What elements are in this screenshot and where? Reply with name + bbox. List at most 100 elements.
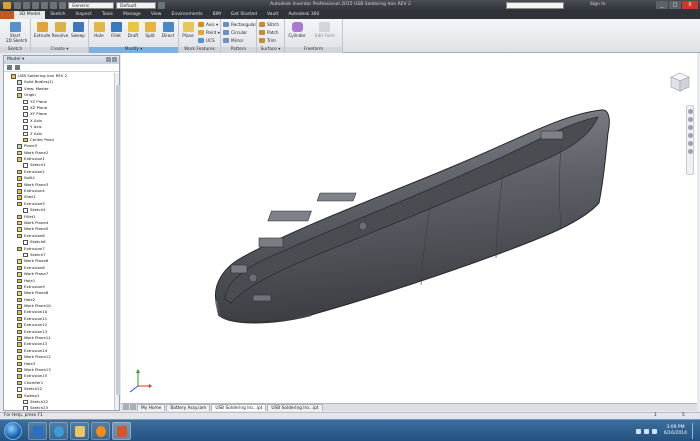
create-group-label[interactable]: Create ▾	[31, 47, 88, 53]
tab-bim[interactable]: BIM	[208, 11, 226, 19]
filter-icon[interactable]	[7, 65, 12, 70]
tab-tools[interactable]: Tools	[97, 11, 118, 19]
browser-scrollbar[interactable]	[114, 73, 120, 410]
tab-autodesk-360[interactable]: Autodesk 360	[283, 11, 324, 19]
inventor-app-icon[interactable]	[3, 2, 11, 9]
clip-2[interactable]	[252, 294, 272, 302]
doc-tab-my-home[interactable]: My Home	[137, 404, 166, 411]
navbar-options-icon[interactable]	[687, 149, 693, 154]
trim-button[interactable]: Trim	[258, 37, 276, 44]
zoom-icon[interactable]	[687, 125, 693, 130]
taskbar-files-button[interactable]	[70, 422, 89, 440]
find-icon[interactable]	[15, 65, 20, 70]
rib-4[interactable]	[258, 237, 284, 248]
material-combo[interactable]: Default	[116, 2, 156, 9]
appearance-combo[interactable]: Generic	[68, 2, 114, 9]
tray-flag-icon[interactable]	[635, 428, 641, 434]
tab-sketch[interactable]: Sketch	[45, 11, 70, 19]
fx-icon[interactable]	[158, 2, 165, 9]
split-button[interactable]: Split	[141, 21, 159, 46]
add-icon[interactable]	[106, 57, 111, 62]
scroll-thumb[interactable]	[115, 85, 120, 395]
tab-view[interactable]: View	[146, 11, 167, 19]
tab-get-started[interactable]: Get Started	[226, 11, 262, 19]
part-model[interactable]	[121, 53, 697, 403]
taskbar-ie-button[interactable]	[49, 422, 68, 440]
start-2d-sketch-button[interactable]: Start 2D Sketch	[6, 21, 27, 46]
direct-button[interactable]: Direct	[159, 21, 177, 46]
sweep-button[interactable]: Sweep	[69, 21, 87, 46]
orbit-icon[interactable]	[687, 133, 693, 138]
redo-icon[interactable]	[50, 2, 57, 9]
rectangular-pattern-button[interactable]: Rectangular	[222, 21, 256, 28]
graphics-viewport[interactable]	[121, 53, 697, 403]
start-button[interactable]	[4, 422, 22, 440]
rib-1[interactable]	[267, 210, 312, 222]
document-tabs: My Home Battery Assy.iam USB Soldering I…	[121, 403, 697, 411]
tab-inspect[interactable]: Inspect	[70, 11, 96, 19]
rib-3[interactable]	[540, 130, 564, 140]
show-desktop-button[interactable]	[692, 423, 698, 439]
clip-1[interactable]	[230, 264, 248, 274]
steering-wheel-icon[interactable]	[687, 109, 693, 114]
new-icon[interactable]	[14, 2, 21, 9]
tab-next-icon[interactable]	[130, 404, 136, 410]
doc-tab-usb-soldering-1[interactable]: USB Soldering Iro...ipt	[211, 404, 267, 411]
sign-in-link[interactable]: Sign In	[590, 2, 605, 7]
stitch-button[interactable]: Stitch	[258, 21, 279, 28]
maximize-button[interactable]: □	[669, 1, 681, 9]
tab-vault[interactable]: Vault	[262, 11, 283, 19]
taskbar-clock[interactable]: 3:09 PM 6/16/2014	[664, 425, 687, 437]
sketch-group: Start 2D Sketch Sketch	[0, 19, 31, 53]
fillet-button[interactable]: Fillet	[107, 21, 125, 46]
look-at-icon[interactable]	[687, 141, 693, 146]
select-icon[interactable]	[59, 2, 66, 9]
tab-prev-icon[interactable]	[123, 404, 129, 410]
revolve-button[interactable]: Revolve	[51, 21, 69, 46]
tray-volume-icon[interactable]	[651, 428, 657, 434]
plane-button[interactable]: Plane	[179, 21, 197, 46]
minimize-button[interactable]: _	[656, 1, 668, 9]
axis-button[interactable]: Axis ▾	[197, 21, 218, 28]
ucs-button[interactable]: UCS	[197, 37, 215, 44]
open-icon[interactable]	[23, 2, 30, 9]
tray-network-icon[interactable]	[643, 428, 649, 434]
browser-controls	[106, 57, 117, 62]
tab-3d-model[interactable]: 3D Model	[14, 11, 46, 19]
doc-tab-usb-soldering-2[interactable]: USB Soldering Iro...ipt	[267, 404, 323, 411]
feature-icon	[17, 367, 22, 373]
taskbar-explorer-button[interactable]	[28, 422, 47, 440]
close-icon[interactable]	[112, 57, 117, 62]
title-bar: Generic Default Autodesk Inventor Profes…	[0, 0, 700, 11]
save-icon[interactable]	[32, 2, 39, 9]
browser-title[interactable]: Model ▾	[7, 57, 24, 62]
edit-form-button[interactable]: Edit Form	[315, 21, 335, 46]
taskbar-media-button[interactable]	[91, 422, 110, 440]
circular-pattern-button[interactable]: Circular	[222, 29, 247, 36]
tab-manage[interactable]: Manage	[118, 11, 146, 19]
rib-2[interactable]	[316, 192, 357, 202]
tab-environments[interactable]: Environments	[167, 11, 208, 19]
status-bar: For Help, press F1 1 5	[0, 412, 700, 419]
patch-button[interactable]: Patch	[258, 29, 279, 36]
mirror-button[interactable]: Mirror	[222, 37, 243, 44]
tab-file[interactable]	[0, 11, 14, 19]
boss-1[interactable]	[358, 221, 368, 231]
extrude-icon	[36, 22, 48, 32]
extrude-button[interactable]: Extrude	[33, 21, 51, 46]
cylinder-button[interactable]: Cylinder	[288, 21, 306, 46]
viewcube[interactable]	[669, 71, 691, 93]
help-search-input[interactable]	[506, 2, 564, 9]
feature-icon	[23, 240, 28, 245]
boss-2[interactable]	[248, 273, 258, 283]
close-button[interactable]: X	[682, 1, 698, 9]
model-tree: USB Soldering Iron REV 2 Solid Bodies(2) V…	[4, 73, 114, 410]
draft-button[interactable]: Draft	[124, 21, 142, 46]
undo-icon[interactable]	[41, 2, 48, 9]
tree-item[interactable]: Sketch23	[4, 405, 114, 410]
point-button[interactable]: Point ▾	[197, 29, 220, 36]
doc-tab-battery-assy[interactable]: Battery Assy.iam	[166, 404, 211, 411]
pan-icon[interactable]	[687, 117, 693, 122]
taskbar-inventor-button[interactable]	[112, 422, 131, 440]
hole-button[interactable]: Hole	[90, 21, 108, 46]
